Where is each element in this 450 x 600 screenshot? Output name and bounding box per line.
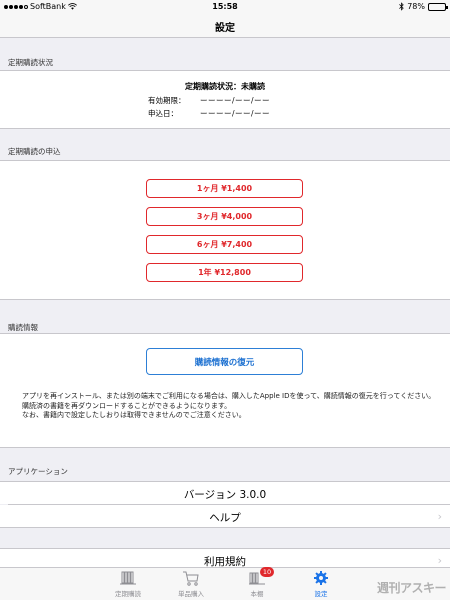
tab-settings[interactable]: 設定 bbox=[286, 570, 356, 598]
status-time: 15:58 bbox=[212, 2, 238, 11]
subscription-apply-panel: 1ヶ月 ¥1,400 3ヶ月 ¥4,000 6ヶ月 ¥7,400 1年 ¥12,… bbox=[0, 160, 450, 300]
subscription-status-text: 定期購読状況：未購読 bbox=[185, 82, 265, 91]
bookshelf-badge: 10 bbox=[260, 567, 274, 577]
chevron-right-icon: › bbox=[437, 510, 442, 523]
applied-value: ーーーー/ーー/ーー bbox=[200, 109, 271, 118]
applied-label: 申込日： bbox=[148, 109, 178, 118]
subscription-status-panel: 定期購読状況：未購読 有効期限： ーーーー/ーー/ーー 申込日： ーーーー/ーー… bbox=[0, 70, 450, 129]
purchase-info-panel: 購読情報の復元 アプリを再インストール、または別の端末でご利用になる場合は、購入… bbox=[0, 333, 450, 448]
help-label: ヘルプ bbox=[209, 512, 241, 524]
tab-subscription[interactable]: 定期購読 bbox=[93, 570, 163, 598]
restore-note-line: 購読済の書籍を再ダウンロードすることができるようになります。 bbox=[22, 401, 232, 410]
plan-6-month-button[interactable]: 6ヶ月 ¥7,400 bbox=[146, 235, 303, 254]
tab-label: 本棚 bbox=[250, 590, 264, 598]
page-title: 設定 bbox=[215, 23, 235, 34]
chevron-right-icon: › bbox=[437, 554, 442, 567]
restore-note-line: アプリを再インストール、または別の端末でご利用になる場合は、購入したApple … bbox=[22, 392, 436, 400]
restore-purchase-button[interactable]: 購読情報の復元 bbox=[146, 348, 303, 375]
gear-icon bbox=[286, 570, 356, 586]
plan-1-year-button[interactable]: 1年 ¥12,800 bbox=[146, 263, 303, 282]
tab-label: 単品購入 bbox=[178, 590, 204, 598]
bluetooth-icon bbox=[399, 2, 404, 11]
navigation-bar: 設定 bbox=[0, 14, 450, 38]
section-header-purchase-info: 購読情報 bbox=[8, 323, 38, 332]
tab-single-purchase[interactable]: 単品購入 bbox=[156, 570, 226, 598]
bookshelf-icon: 10 bbox=[222, 567, 292, 586]
battery-percent: 78% bbox=[407, 2, 425, 11]
watermark-logo: 週刊アスキー bbox=[376, 581, 447, 595]
status-bar: SoftBank 15:58 78% bbox=[0, 0, 450, 14]
help-cell[interactable]: ヘルプ › bbox=[0, 505, 450, 528]
version-cell: バージョン 3.0.0 bbox=[0, 481, 450, 504]
section-header-subscription-status: 定期購読状況 bbox=[8, 58, 53, 67]
battery-icon bbox=[428, 2, 448, 11]
restore-note: アプリを再インストール、または別の端末でご利用になる場合は、購入したApple … bbox=[22, 392, 442, 421]
status-right: 78% bbox=[399, 2, 448, 11]
magazine-rack-icon bbox=[93, 570, 163, 586]
tab-bar: 定期購読 単品購入 10 本棚 設定 週刊アスキー bbox=[0, 567, 450, 600]
plan-1-month-button[interactable]: 1ヶ月 ¥1,400 bbox=[146, 179, 303, 198]
tab-label: 定期購読 bbox=[115, 590, 141, 598]
tab-bookshelf[interactable]: 10 本棚 bbox=[222, 567, 292, 598]
cart-icon bbox=[156, 570, 226, 586]
section-header-application: アプリケーション bbox=[8, 467, 68, 476]
plan-3-month-button[interactable]: 3ヶ月 ¥4,000 bbox=[146, 207, 303, 226]
expiry-label: 有効期限： bbox=[148, 96, 186, 105]
expiry-value: ーーーー/ーー/ーー bbox=[200, 96, 271, 105]
applied-row: 申込日： ーーーー/ーー/ーー bbox=[148, 108, 270, 119]
section-header-subscription-apply: 定期購読の申込 bbox=[8, 147, 61, 156]
tab-label: 設定 bbox=[314, 590, 328, 598]
version-label: バージョン 3.0.0 bbox=[183, 489, 267, 501]
expiry-row: 有効期限： ーーーー/ーー/ーー bbox=[148, 95, 270, 106]
restore-note-line: なお、書籍内で設定したしおりは取得できませんのでご注意ください。 bbox=[22, 411, 246, 419]
